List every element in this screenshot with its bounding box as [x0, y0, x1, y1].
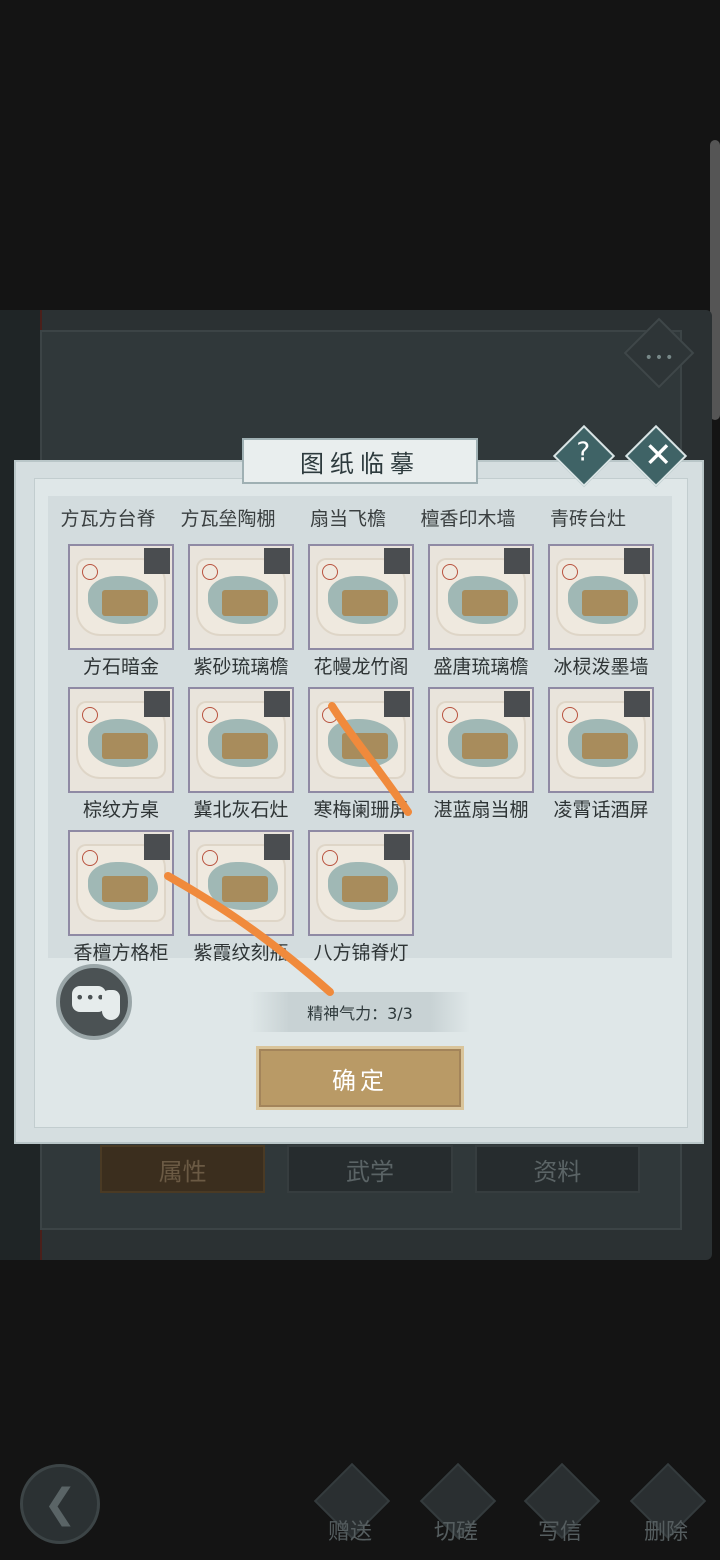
- cut-label: 扇当飞檐: [309, 508, 386, 529]
- blueprint-card[interactable]: [308, 830, 414, 936]
- seal-icon: [82, 707, 98, 723]
- selection-checkbox[interactable]: [144, 691, 170, 717]
- selection-checkbox[interactable]: [504, 691, 530, 717]
- delete-button[interactable]: 删除: [626, 1462, 707, 1546]
- ellipsis-icon: •••: [644, 350, 676, 367]
- blueprint-card[interactable]: [308, 687, 414, 793]
- selection-checkbox[interactable]: [384, 691, 410, 717]
- blueprint-card[interactable]: [68, 544, 174, 650]
- furniture-icon: [462, 590, 508, 616]
- gift-button[interactable]: 赠送: [310, 1462, 391, 1546]
- cut-label: 方瓦垒陶棚: [180, 508, 276, 529]
- blueprint-label: 寒梅阑珊屏: [313, 799, 409, 821]
- blueprint-card[interactable]: [428, 544, 534, 650]
- selection-checkbox[interactable]: [384, 834, 410, 860]
- selection-checkbox[interactable]: [264, 548, 290, 574]
- write-letter-button[interactable]: 写信: [520, 1462, 601, 1546]
- spirit-energy-status: 精神气力：3/3: [250, 992, 470, 1032]
- background-tabs: 属性 武学 资料: [100, 1145, 640, 1193]
- furniture-icon: [102, 733, 148, 759]
- delete-label: 删除: [643, 1520, 688, 1545]
- seal-icon: [202, 564, 218, 580]
- furniture-icon: [342, 590, 388, 616]
- selection-checkbox[interactable]: [504, 548, 530, 574]
- tab-martial-arts[interactable]: 武学: [287, 1145, 453, 1193]
- seal-icon: [322, 850, 338, 866]
- dialog-title: 图纸临摹: [242, 438, 478, 484]
- blueprint-card[interactable]: [308, 544, 414, 650]
- blueprint-card[interactable]: [68, 687, 174, 793]
- tab-profile[interactable]: 资料: [474, 1145, 640, 1193]
- write-letter-label: 写信: [537, 1520, 582, 1545]
- selection-checkbox[interactable]: [384, 548, 410, 574]
- chat-button[interactable]: •••: [56, 964, 132, 1040]
- seal-icon: [202, 707, 218, 723]
- blueprint-label: 紫霞纹刻瓶: [193, 942, 289, 964]
- tab-attributes[interactable]: 属性: [100, 1145, 266, 1193]
- partially-scrolled-row: 方瓦方台脊 方瓦垒陶棚 扇当飞檐 檀香印木墙 青砖台灶: [48, 506, 672, 534]
- seal-icon: [562, 564, 578, 580]
- blueprint-card[interactable]: [188, 830, 294, 936]
- blueprint-label: 冀北灰石灶: [193, 799, 289, 821]
- spar-button[interactable]: 切磋: [416, 1462, 497, 1546]
- blueprint-card[interactable]: [548, 687, 654, 793]
- furniture-icon: [102, 876, 148, 902]
- blueprint-card[interactable]: [188, 544, 294, 650]
- cut-label: 青砖台灶: [549, 508, 626, 529]
- back-button[interactable]: ❮: [20, 1464, 100, 1544]
- blueprint-card[interactable]: [188, 687, 294, 793]
- blueprint-label: 花幔龙竹阁: [313, 656, 409, 678]
- selection-checkbox[interactable]: [264, 834, 290, 860]
- furniture-icon: [582, 733, 628, 759]
- spar-label: 切磋: [433, 1520, 478, 1545]
- furniture-icon: [342, 876, 388, 902]
- selection-checkbox[interactable]: [264, 691, 290, 717]
- wine-bottle-icon: [102, 990, 120, 1020]
- blueprint-card[interactable]: [68, 830, 174, 936]
- gift-label: 赠送: [327, 1520, 372, 1545]
- question-icon: ?: [576, 437, 591, 468]
- blueprint-label: 方石暗金: [82, 656, 159, 678]
- seal-icon: [442, 564, 458, 580]
- furniture-icon: [102, 590, 148, 616]
- seal-icon: [562, 707, 578, 723]
- seal-icon: [82, 850, 98, 866]
- furniture-icon: [582, 590, 628, 616]
- selection-checkbox[interactable]: [144, 834, 170, 860]
- furniture-icon: [342, 733, 388, 759]
- furniture-icon: [222, 733, 268, 759]
- blueprint-label: 紫砂琉璃檐: [193, 656, 289, 678]
- selection-checkbox[interactable]: [144, 548, 170, 574]
- blueprint-label: 冰棂泼墨墙: [553, 656, 649, 678]
- furniture-icon: [222, 590, 268, 616]
- blueprint-label: 棕纹方桌: [82, 799, 159, 821]
- blueprint-label: 湛蓝扇当棚: [433, 799, 529, 821]
- seal-icon: [322, 707, 338, 723]
- blueprint-label: 香檀方格柜: [73, 942, 169, 964]
- seal-icon: [442, 707, 458, 723]
- confirm-button[interactable]: 确定: [256, 1046, 464, 1110]
- selection-checkbox[interactable]: [624, 548, 650, 574]
- blueprint-card[interactable]: [428, 687, 534, 793]
- blueprint-card[interactable]: [548, 544, 654, 650]
- close-icon: ✕: [644, 435, 673, 476]
- selection-checkbox[interactable]: [624, 691, 650, 717]
- cut-label: 檀香印木墙: [420, 508, 516, 529]
- seal-icon: [82, 564, 98, 580]
- cut-label: 方瓦方台脊: [60, 508, 156, 529]
- furniture-icon: [222, 876, 268, 902]
- seal-icon: [322, 564, 338, 580]
- seal-icon: [202, 850, 218, 866]
- furniture-icon: [462, 733, 508, 759]
- back-arrow-icon: ❮: [43, 1481, 77, 1527]
- blueprint-label: 凌霄话酒屏: [553, 799, 649, 821]
- blueprint-label: 盛唐琉璃檐: [433, 656, 529, 678]
- blueprint-label: 八方锦脊灯: [313, 942, 409, 964]
